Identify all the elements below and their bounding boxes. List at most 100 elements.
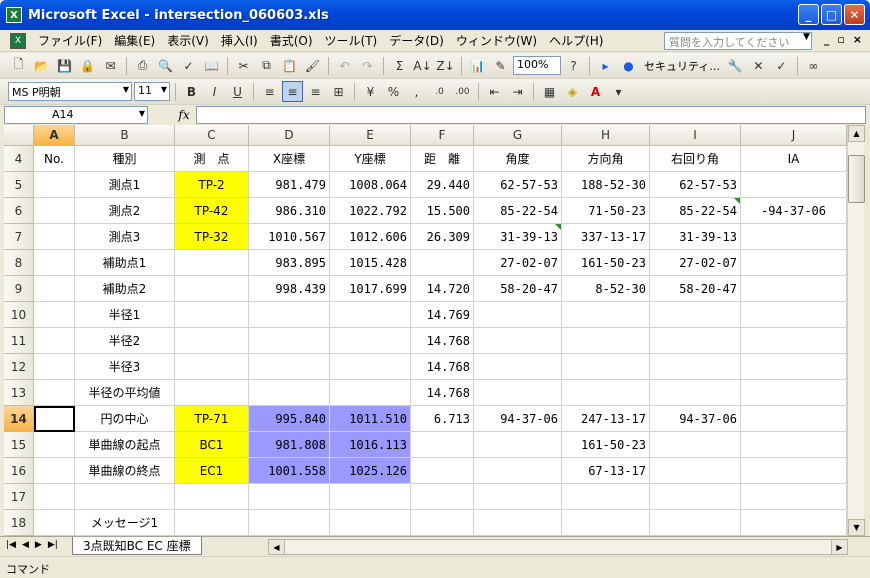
cell-H11[interactable] bbox=[562, 328, 650, 354]
cell-C16[interactable]: EC1 bbox=[175, 458, 249, 484]
menu-item[interactable]: 編集(E) bbox=[108, 32, 161, 49]
column-header[interactable]: C bbox=[175, 125, 249, 146]
spell-check-icon[interactable]: ✓ bbox=[178, 55, 199, 76]
cell-I11[interactable] bbox=[650, 328, 741, 354]
cell-F16[interactable] bbox=[411, 458, 474, 484]
cell-G14[interactable]: 94-37-06 bbox=[474, 406, 562, 432]
cell-I7[interactable]: 31-39-13 bbox=[650, 224, 741, 250]
column-header[interactable]: A bbox=[34, 125, 75, 146]
cell-C4[interactable]: 測 点 bbox=[175, 146, 249, 172]
row-header[interactable]: 15 bbox=[4, 432, 34, 458]
align-center-icon[interactable]: ≡ bbox=[282, 81, 303, 102]
cell-F13[interactable]: 14.768 bbox=[411, 380, 474, 406]
cell-C18[interactable] bbox=[175, 510, 249, 536]
cell-H9[interactable]: 8-52-30 bbox=[562, 276, 650, 302]
underline-icon[interactable]: U bbox=[227, 81, 248, 102]
cell-J5[interactable] bbox=[741, 172, 847, 198]
close-button[interactable]: ✕ bbox=[844, 4, 865, 25]
permission-icon[interactable]: 🔒 bbox=[77, 55, 98, 76]
cell-A17[interactable] bbox=[34, 484, 75, 510]
last-sheet-icon[interactable]: ▶| bbox=[48, 540, 58, 550]
insert-function-icon[interactable]: fx bbox=[172, 108, 196, 122]
align-right-icon[interactable]: ≡ bbox=[305, 81, 326, 102]
row-header[interactable]: 18 bbox=[4, 510, 34, 536]
cell-C12[interactable] bbox=[175, 354, 249, 380]
open-folder-icon[interactable]: 📂 bbox=[31, 55, 52, 76]
chevron-down-icon[interactable]: ▼ bbox=[139, 109, 145, 118]
worksheet-grid[interactable]: A B C D E F G H I J 4 No. 種別測 点 X座標 Y座標距 離角度 方向角 右回り角 IA 5… bbox=[4, 125, 847, 536]
cell-C7[interactable]: TP-32 bbox=[175, 224, 249, 250]
cell-H13[interactable] bbox=[562, 380, 650, 406]
cell-J7[interactable] bbox=[741, 224, 847, 250]
controls-toolbox-icon[interactable]: 🔧 bbox=[725, 55, 746, 76]
cell-H8[interactable]: 161-50-23 bbox=[562, 250, 650, 276]
cell-E16[interactable]: 1025.126 bbox=[330, 458, 411, 484]
cell-D6[interactable]: 986.310 bbox=[249, 198, 330, 224]
cell-G15[interactable] bbox=[474, 432, 562, 458]
cell-H7[interactable]: 337-13-17 bbox=[562, 224, 650, 250]
redo-icon[interactable]: ↷ bbox=[357, 55, 378, 76]
cell-D5[interactable]: 981.479 bbox=[249, 172, 330, 198]
cell-A8[interactable] bbox=[34, 250, 75, 276]
cell-I5[interactable]: 62-57-53 bbox=[650, 172, 741, 198]
scroll-left-icon[interactable]: ◀ bbox=[269, 540, 285, 554]
save-icon[interactable]: 💾 bbox=[54, 55, 75, 76]
cell-C17[interactable] bbox=[175, 484, 249, 510]
cell-D9[interactable]: 998.439 bbox=[249, 276, 330, 302]
cell-I14[interactable]: 94-37-06 bbox=[650, 406, 741, 432]
zoom-select[interactable]: 100% bbox=[513, 56, 561, 75]
font-name-select[interactable]: MS P明朝 ▼ bbox=[8, 82, 132, 101]
sort-ascending-icon[interactable]: A↓ bbox=[412, 55, 433, 76]
cell-I15[interactable] bbox=[650, 432, 741, 458]
cell-J6[interactable]: -94-37-06 bbox=[741, 198, 847, 224]
cell-J4[interactable]: IA bbox=[741, 146, 847, 172]
cell-C15[interactable]: BC1 bbox=[175, 432, 249, 458]
italic-icon[interactable]: I bbox=[204, 81, 225, 102]
paste-icon[interactable]: 📋 bbox=[279, 55, 300, 76]
cell-G4[interactable]: 角度 bbox=[474, 146, 562, 172]
fill-color-icon[interactable]: ◈ bbox=[562, 81, 583, 102]
minimize-button[interactable]: _ bbox=[798, 4, 819, 25]
cell-G7[interactable]: 31-39-13 bbox=[474, 224, 562, 250]
cell-C5[interactable]: TP-2 bbox=[175, 172, 249, 198]
select-all-corner[interactable] bbox=[4, 125, 34, 146]
cell-C10[interactable] bbox=[175, 302, 249, 328]
cell-D13[interactable] bbox=[249, 380, 330, 406]
cell-C13[interactable] bbox=[175, 380, 249, 406]
cell-D16[interactable]: 1001.558 bbox=[249, 458, 330, 484]
row-header[interactable]: 16 bbox=[4, 458, 34, 484]
toolbar-options-icon[interactable]: ▾ bbox=[608, 81, 629, 102]
currency-icon[interactable]: ¥ bbox=[360, 81, 381, 102]
sort-descending-icon[interactable]: Z↓ bbox=[435, 55, 456, 76]
row-header[interactable]: 7 bbox=[4, 224, 34, 250]
formula-input[interactable] bbox=[196, 106, 866, 124]
row-header[interactable]: 11 bbox=[4, 328, 34, 354]
prev-sheet-icon[interactable]: ◀ bbox=[22, 540, 29, 550]
increase-indent-icon[interactable]: ⇥ bbox=[507, 81, 528, 102]
visual-basic-icon[interactable]: ✓ bbox=[771, 55, 792, 76]
design-mode-icon[interactable]: ✕ bbox=[748, 55, 769, 76]
cell-J13[interactable] bbox=[741, 380, 847, 406]
row-header[interactable]: 9 bbox=[4, 276, 34, 302]
cell-G8[interactable]: 27-02-07 bbox=[474, 250, 562, 276]
cell-I12[interactable] bbox=[650, 354, 741, 380]
new-file-icon[interactable]: 🗋 bbox=[8, 55, 29, 76]
cell-A15[interactable] bbox=[34, 432, 75, 458]
cell-A6[interactable] bbox=[34, 198, 75, 224]
cell-D7[interactable]: 1010.567 bbox=[249, 224, 330, 250]
workbook-icon[interactable]: X bbox=[10, 32, 26, 49]
font-color-icon[interactable]: A bbox=[585, 81, 606, 102]
menu-item[interactable]: データ(D) bbox=[383, 32, 450, 49]
cell-J17[interactable] bbox=[741, 484, 847, 510]
cell-A11[interactable] bbox=[34, 328, 75, 354]
first-sheet-icon[interactable]: |◀ bbox=[6, 540, 16, 550]
cell-C9[interactable] bbox=[175, 276, 249, 302]
cell-E18[interactable] bbox=[330, 510, 411, 536]
cell-G17[interactable] bbox=[474, 484, 562, 510]
next-sheet-icon[interactable]: ▶ bbox=[35, 540, 42, 550]
percent-icon[interactable]: % bbox=[383, 81, 404, 102]
cell-I16[interactable] bbox=[650, 458, 741, 484]
row-header[interactable]: 12 bbox=[4, 354, 34, 380]
cell-J16[interactable] bbox=[741, 458, 847, 484]
cell-I9[interactable]: 58-20-47 bbox=[650, 276, 741, 302]
